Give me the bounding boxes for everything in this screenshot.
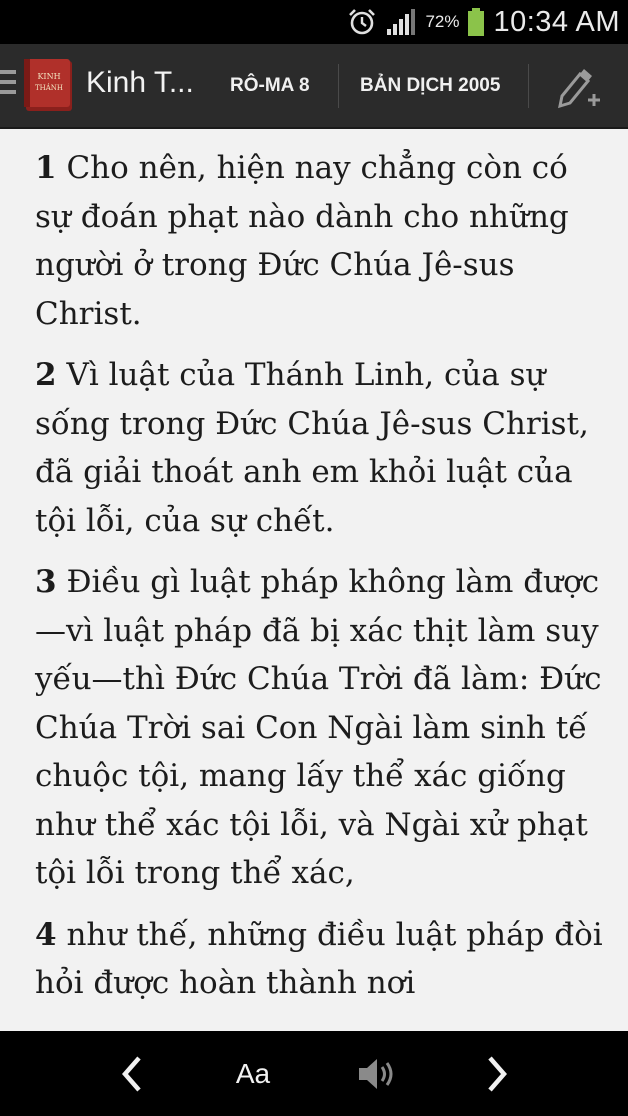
battery-icon [468,8,485,36]
book-chapter-button[interactable]: RÔ-MA 8 [230,44,310,127]
version-button[interactable]: BẢN DỊCH 2005 [360,44,500,127]
app-logo[interactable]: KINH THÁNH [22,57,76,113]
verse-number: 1 [35,150,57,186]
next-chapter-button[interactable] [472,1031,524,1116]
logo-text-2: THÁNH [35,83,63,92]
verse-text: Điều gì luật pháp không làm được—vì luật… [35,564,602,891]
verse-text: Cho nên, hiện nay chẳng còn có sự đoán p… [35,150,569,332]
chevron-left-icon [122,1056,141,1091]
app-title[interactable]: Kinh T... [86,66,194,100]
audio-button[interactable] [348,1031,404,1116]
battery-percent: 72% [425,12,460,31]
signal-icon [387,9,416,35]
verse-4[interactable]: 4 như thế, những điều luật pháp đòi hỏi … [35,911,604,1008]
edit-add-icon[interactable] [556,62,600,112]
verse-2[interactable]: 2 Vì luật của Thánh Linh, của sự sống tr… [35,351,604,545]
status-bar: 72% 10:34 AM [0,0,628,44]
clock: 10:34 AM [493,5,620,38]
action-bar: KINH THÁNH Kinh T... RÔ-MA 8 BẢN DỊCH 20… [0,44,628,129]
verse-text: như thế, những điều luật pháp đòi hỏi đư… [35,916,603,1002]
chevron-right-icon [488,1056,507,1091]
verse-number: 2 [35,357,57,393]
verse-number: 3 [35,564,57,600]
status-icons: 72% 10:34 AM [347,0,620,44]
chapter-text[interactable]: 1 Cho nên, hiện nay chẳng còn có sự đoán… [0,129,628,1031]
divider [338,64,339,108]
logo-text-1: KINH [37,72,60,81]
font-size-button[interactable]: Aa [218,1031,288,1116]
verse-number: 4 [35,916,57,953]
speaker-icon [359,1058,393,1089]
previous-chapter-button[interactable] [105,1031,157,1116]
alarm-icon [349,9,376,35]
verse-3[interactable]: 3 Điều gì luật pháp không làm được—vì lu… [35,558,604,898]
divider [528,64,529,108]
verse-1[interactable]: 1 Cho nên, hiện nay chẳng còn có sự đoán… [35,144,604,338]
menu-icon[interactable] [0,70,18,100]
verse-text: Vì luật của Thánh Linh, của sự sống tron… [35,357,589,539]
bottom-bar: Aa [0,1031,628,1116]
